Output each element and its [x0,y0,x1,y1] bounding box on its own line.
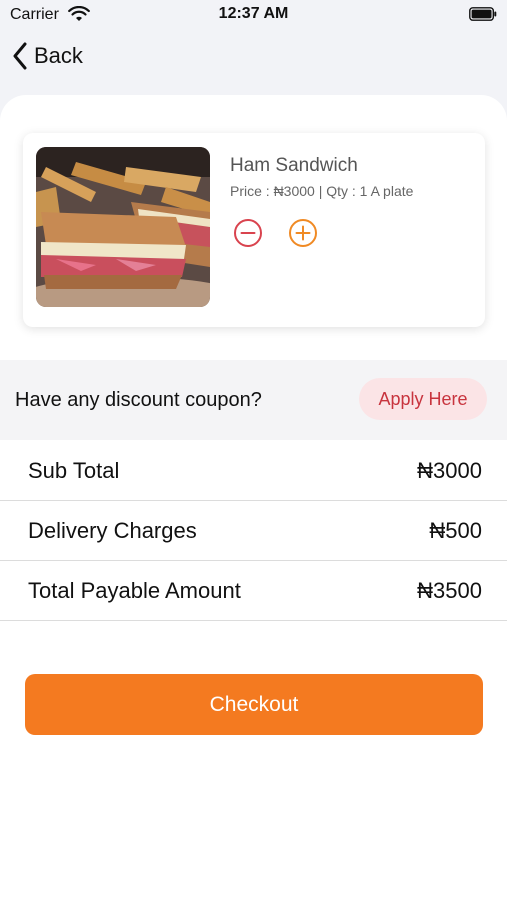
chevron-left-icon [13,42,27,70]
total-payable-value: ₦3500 [417,578,482,603]
cart-item-card: Ham Sandwich Price : ₦3000 | Qty : 1 A p… [23,133,485,327]
delivery-charges-value: ₦500 [429,518,482,543]
battery-icon [469,7,497,21]
back-label: Back [34,43,83,68]
total-payable-label: Total Payable Amount [28,578,241,603]
subtotal-value: ₦3000 [417,458,482,483]
delivery-charges-row: Delivery Charges ₦500 [0,500,507,561]
total-payable-row: Total Payable Amount ₦3500 [0,560,507,621]
subtotal-row: Sub Total ₦3000 [0,440,507,501]
clock-time: 12:37 AM [218,5,289,22]
checkout-button[interactable]: Checkout [25,674,483,735]
decrease-quantity-button[interactable] [233,218,263,248]
increase-quantity-button[interactable] [288,218,318,248]
status-bar: Carrier 12:37 AM [0,0,507,30]
back-button[interactable]: Back [12,42,83,70]
coupon-section: Have any discount coupon? Apply Here [0,360,507,440]
cart-sheet: Ham Sandwich Price : ₦3000 | Qty : 1 A p… [0,95,507,900]
item-price-qty: Price : ₦3000 | Qty : 1 A plate [230,183,414,199]
delivery-charges-label: Delivery Charges [28,518,197,543]
coupon-prompt: Have any discount coupon? [15,389,262,411]
apply-coupon-button[interactable]: Apply Here [359,378,487,420]
subtotal-label: Sub Total [28,458,120,483]
ham-sandwich-image [36,147,210,307]
food-image [36,147,210,307]
item-name: Ham Sandwich [230,155,358,176]
